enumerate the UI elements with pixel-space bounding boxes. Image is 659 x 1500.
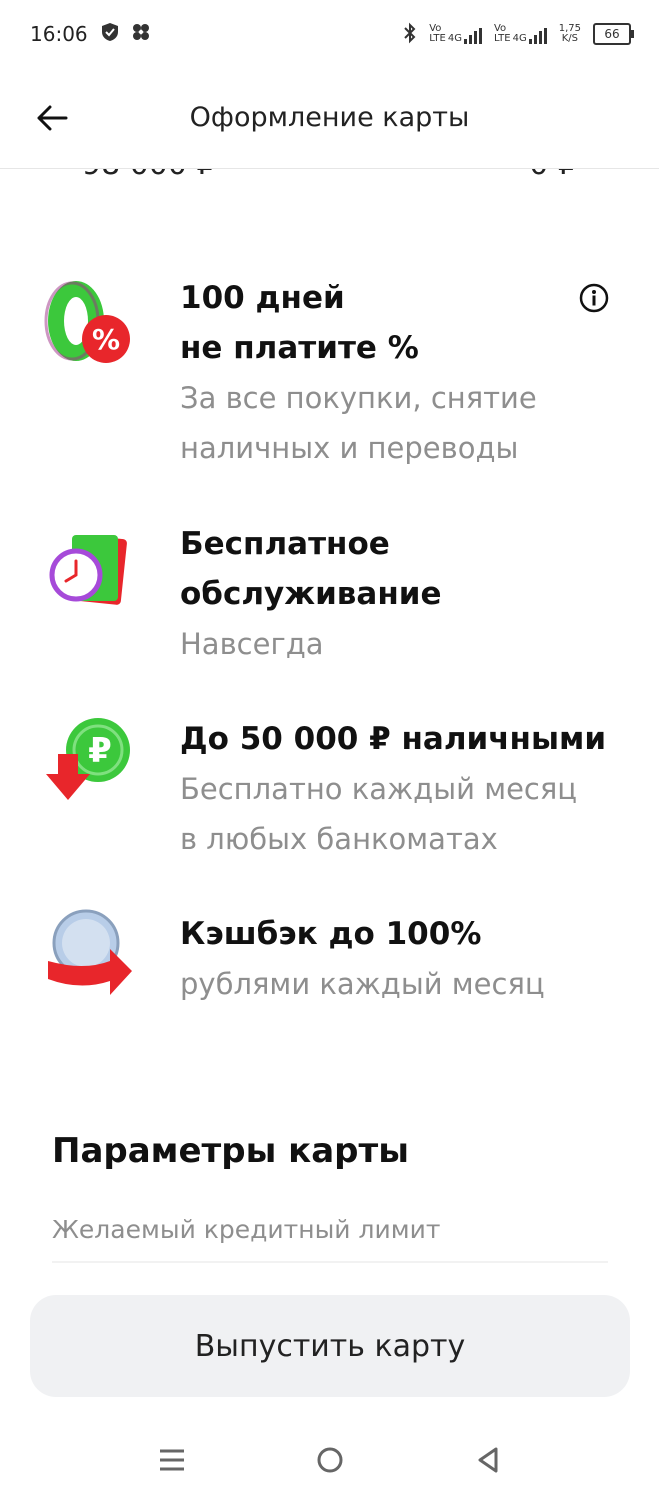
clock-card-icon bbox=[49, 535, 127, 605]
feature-title: не платите % bbox=[180, 330, 419, 366]
net1-lte: LTE bbox=[429, 33, 446, 44]
feature-subtitle: Бесплатно каждый месяц bbox=[180, 772, 578, 806]
limit-label: Желаемый кредитный лимит bbox=[52, 1215, 441, 1244]
limit-range: 98 000 ₽ 0 ₽ bbox=[0, 169, 659, 187]
back-triangle-icon[interactable] bbox=[473, 1445, 503, 1475]
battery-level: 66 bbox=[604, 27, 620, 41]
issue-card-button[interactable]: Выпустить карту bbox=[30, 1295, 630, 1397]
signal-2-icon bbox=[528, 28, 547, 44]
feature-title: 100 дней bbox=[180, 280, 345, 316]
feature-subtitle: в любых банкоматах bbox=[180, 822, 498, 856]
feature-text: До 50 000 ₽ наличными Бесплатно каждый м… bbox=[180, 714, 640, 864]
feature-cash-withdrawal: ₽ До 50 000 ₽ наличными Бесплатно каждый… bbox=[0, 714, 659, 864]
network-2: Vo LTE 4G bbox=[494, 24, 547, 44]
feature-title: обслуживание bbox=[180, 576, 442, 612]
net1-gen: 4G bbox=[447, 33, 462, 44]
feature-text: Бесплатное обслуживание Навсегда bbox=[180, 519, 620, 669]
net2-lte: LTE bbox=[493, 33, 511, 44]
limit-input[interactable] bbox=[52, 1261, 608, 1279]
feature-cashback: Кэшбэк до 100% рублями каждый месяц bbox=[0, 909, 659, 1019]
info-icon[interactable] bbox=[579, 283, 609, 313]
net-speed: 1,75 K/S bbox=[559, 24, 581, 44]
network-1: Vo LTE 4G bbox=[429, 24, 482, 44]
feature-subtitle: наличных и переводы bbox=[180, 431, 519, 465]
app-header: Оформление карты bbox=[0, 68, 659, 169]
ruble-coin-arrow-icon: ₽ bbox=[46, 718, 130, 800]
system-nav-bar bbox=[0, 1420, 659, 1500]
battery-icon: 66 bbox=[593, 23, 634, 45]
svg-text:%: % bbox=[92, 323, 120, 356]
feature-grace-period: % 100 дней не платите % За все покупки, … bbox=[0, 273, 659, 473]
zero-percent-icon: % bbox=[44, 281, 130, 363]
status-left: 16:06 bbox=[30, 22, 150, 47]
speed-unit: K/S bbox=[561, 33, 578, 44]
shield-icon bbox=[100, 22, 120, 47]
feature-subtitle: За все покупки, снятие bbox=[180, 381, 537, 415]
feature-subtitle: рублями каждый месяц bbox=[180, 967, 545, 1001]
status-right: Vo LTE 4G Vo LTE 4G 1,75 K/S 66 bbox=[403, 22, 634, 47]
svg-text:₽: ₽ bbox=[88, 731, 112, 771]
limit-min: 98 000 ₽ bbox=[82, 169, 216, 182]
feature-subtitle: Навсегда bbox=[180, 627, 324, 661]
feature-text: 100 дней не платите % За все покупки, сн… bbox=[180, 273, 620, 473]
home-icon[interactable] bbox=[315, 1445, 345, 1475]
content-scroll[interactable]: 98 000 ₽ 0 ₽ % 100 дней не платите % За … bbox=[0, 169, 659, 1279]
card-params-title: Параметры карты bbox=[52, 1131, 409, 1171]
menu-icon[interactable] bbox=[157, 1445, 187, 1475]
feature-title: Бесплатное bbox=[180, 526, 390, 562]
page-title: Оформление карты bbox=[189, 102, 470, 133]
limit-max: 0 ₽ bbox=[529, 169, 577, 182]
status-time: 16:06 bbox=[30, 22, 88, 46]
signal-1-icon bbox=[463, 28, 482, 44]
cashback-coin-icon bbox=[48, 909, 132, 995]
feature-title: До 50 000 ₽ наличными bbox=[180, 721, 607, 757]
net2-gen: 4G bbox=[512, 33, 527, 44]
bluetooth-icon bbox=[403, 22, 417, 47]
fan-icon bbox=[132, 22, 150, 46]
feature-text: Кэшбэк до 100% рублями каждый месяц bbox=[180, 909, 620, 1009]
status-bar: 16:06 Vo LTE 4G Vo LTE 4G 1,75 K/S 66 bbox=[0, 0, 659, 68]
feature-free-service: Бесплатное обслуживание Навсегда bbox=[0, 519, 659, 669]
feature-title: Кэшбэк до 100% bbox=[180, 916, 482, 952]
